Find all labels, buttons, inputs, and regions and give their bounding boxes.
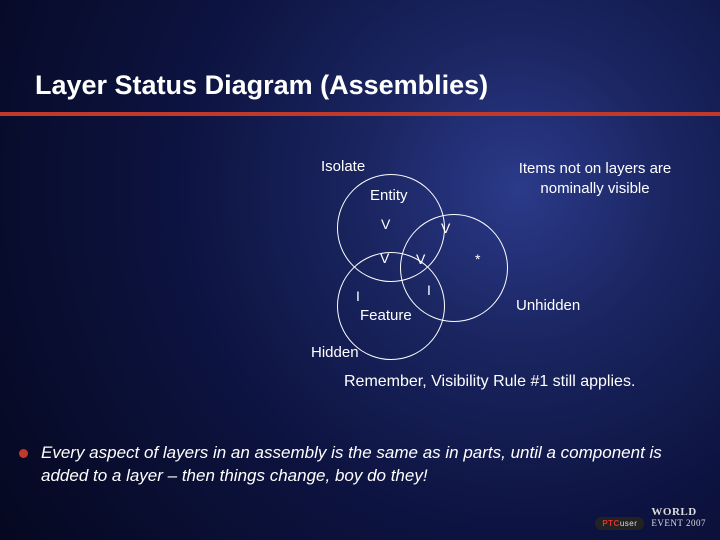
label-isolate: Isolate [321,158,365,175]
title-underline [0,112,720,116]
region-v-top-left: V [381,216,390,232]
page-title: Layer Status Diagram (Assemblies) [35,70,488,101]
note-text: Items not on layers are nominally visibl… [510,159,680,198]
footer-logo: PTCuser WORLDEVENT 2007 [595,506,706,530]
region-star: * [475,251,480,267]
bullet-icon [19,449,28,458]
region-i-left: I [356,288,360,304]
label-entity: Entity [370,187,408,204]
label-unhidden: Unhidden [516,297,580,314]
region-i-right: I [427,282,431,298]
region-v-top-right: V [441,220,450,236]
bullet-block: Every aspect of layers in an assembly is… [19,442,701,488]
bullet-text: Every aspect of layers in an assembly is… [41,442,701,488]
region-v-center: V [416,251,425,267]
label-feature: Feature [360,307,412,324]
region-v-mid-left: V [380,250,389,266]
label-hidden: Hidden [311,344,359,361]
reminder-text: Remember, Visibility Rule #1 still appli… [344,373,635,391]
